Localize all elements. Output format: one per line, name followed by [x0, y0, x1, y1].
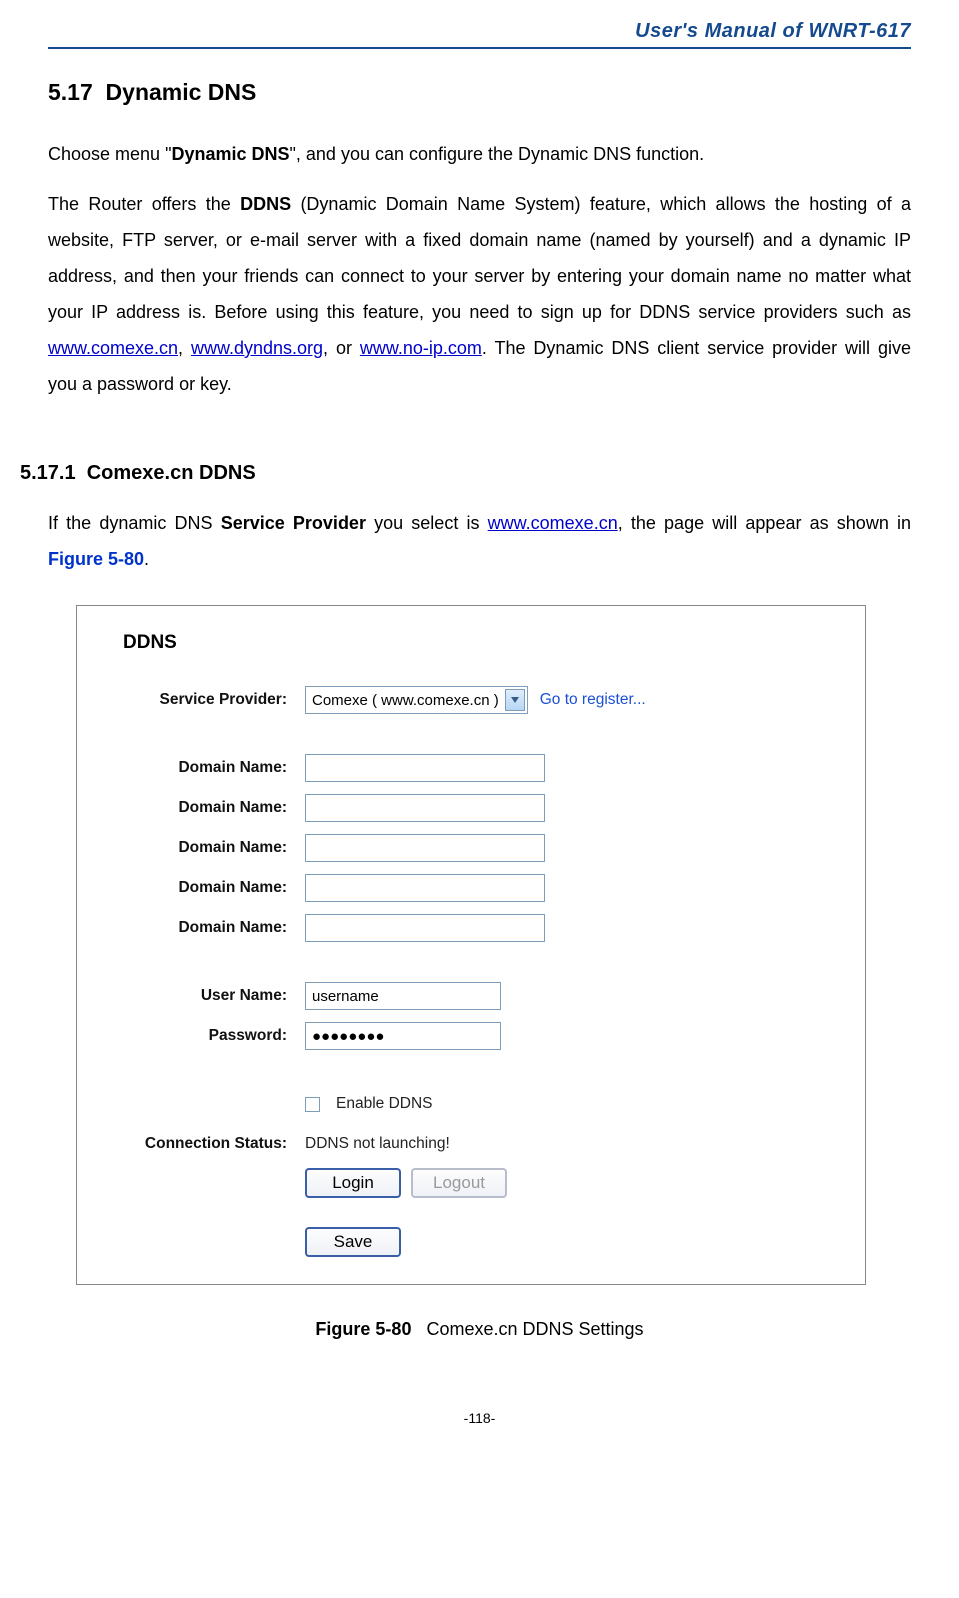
text-bold: DDNS: [240, 194, 291, 214]
text: ,: [178, 338, 191, 358]
text: you select is: [366, 513, 488, 533]
label-domain-name: Domain Name:: [87, 799, 305, 817]
domain-name-input-5[interactable]: [305, 914, 545, 942]
select-value: Comexe ( www.comexe.cn ): [312, 692, 499, 709]
link-dyndns[interactable]: www.dyndns.org: [191, 338, 323, 358]
chevron-down-icon: [505, 689, 525, 711]
subsection-heading: 5.17.1 Comexe.cn DDNS: [20, 462, 911, 485]
paragraph-3: If the dynamic DNS Service Provider you …: [48, 505, 911, 577]
label-connection-status: Connection Status:: [87, 1135, 305, 1153]
panel-title: DDNS: [123, 632, 839, 654]
text: .: [144, 549, 149, 569]
figure-reference: Figure 5-80: [48, 549, 144, 569]
label-service-provider: Service Provider:: [87, 691, 305, 709]
text: , the page will appear as shown in: [618, 513, 911, 533]
go-to-register-link[interactable]: Go to register...: [540, 691, 646, 709]
link-noip[interactable]: www.no-ip.com: [360, 338, 482, 358]
connection-status-value: DDNS not launching!: [305, 1135, 450, 1153]
section-heading: 5.17 Dynamic DNS: [48, 79, 911, 106]
domain-name-input-2[interactable]: [305, 794, 545, 822]
paragraph-2: The Router offers the DDNS (Dynamic Doma…: [48, 186, 911, 402]
login-button[interactable]: Login: [305, 1168, 401, 1198]
figure-caption: Figure 5-80 Comexe.cn DDNS Settings: [48, 1319, 911, 1340]
text: Choose menu ": [48, 144, 171, 164]
figure-label: Figure 5-80: [315, 1319, 411, 1339]
enable-ddns-checkbox[interactable]: [305, 1097, 320, 1112]
domain-name-input-1[interactable]: [305, 754, 545, 782]
password-input[interactable]: [305, 1022, 501, 1050]
label-domain-name: Domain Name:: [87, 879, 305, 897]
text: , or: [323, 338, 360, 358]
text: If the dynamic DNS: [48, 513, 221, 533]
figure-screenshot: DDNS Service Provider: Comexe ( www.come…: [76, 605, 866, 1285]
label-domain-name: Domain Name:: [87, 759, 305, 777]
label-user-name: User Name:: [87, 987, 305, 1005]
page-number: -118-: [48, 1410, 911, 1426]
header-divider: [48, 47, 911, 49]
text-bold: Service Provider: [221, 513, 366, 533]
label-password: Password:: [87, 1027, 305, 1045]
label-domain-name: Domain Name:: [87, 919, 305, 937]
domain-name-input-4[interactable]: [305, 874, 545, 902]
text: ", and you can configure the Dynamic DNS…: [290, 144, 705, 164]
text: The Router offers the: [48, 194, 240, 214]
enable-ddns-label: Enable DDNS: [336, 1095, 433, 1113]
section-title: Dynamic DNS: [106, 79, 257, 105]
label-domain-name: Domain Name:: [87, 839, 305, 857]
save-button[interactable]: Save: [305, 1227, 401, 1257]
doc-header-title: User's Manual of WNRT-617: [48, 20, 911, 43]
subsection-title: Comexe.cn DDNS: [87, 462, 256, 484]
figure-description: Comexe.cn DDNS Settings: [426, 1319, 643, 1339]
domain-name-input-3[interactable]: [305, 834, 545, 862]
username-input[interactable]: [305, 982, 501, 1010]
paragraph-1: Choose menu "Dynamic DNS", and you can c…: [48, 136, 911, 172]
text-bold: Dynamic DNS: [171, 144, 289, 164]
link-comexe[interactable]: www.comexe.cn: [48, 338, 178, 358]
service-provider-select[interactable]: Comexe ( www.comexe.cn ): [305, 686, 528, 714]
logout-button[interactable]: Logout: [411, 1168, 507, 1198]
section-number: 5.17: [48, 79, 93, 105]
link-comexe-2[interactable]: www.comexe.cn: [488, 513, 618, 533]
subsection-number: 5.17.1: [20, 462, 76, 484]
